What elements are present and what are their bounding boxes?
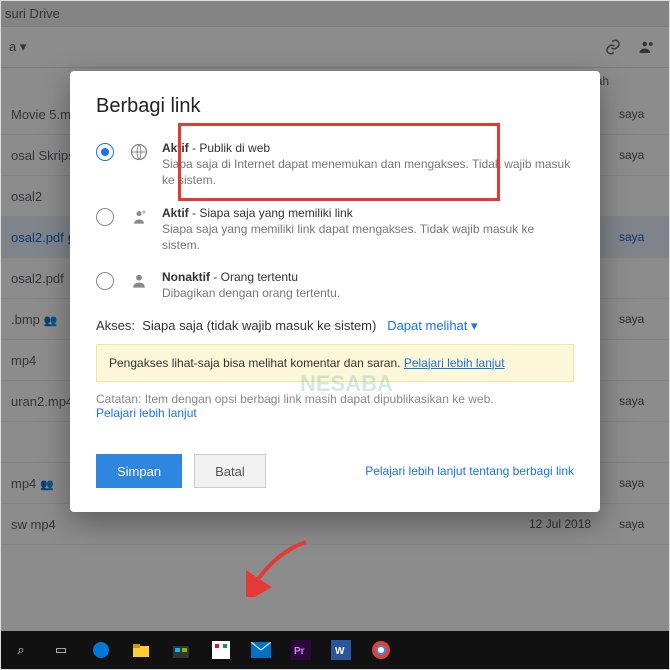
taskbar-taskview-icon[interactable]: ▭ <box>41 631 81 669</box>
radio-button[interactable] <box>96 143 114 161</box>
option-text: Nonaktif - Orang tertentuDibagikan denga… <box>162 269 574 301</box>
cancel-button[interactable]: Batal <box>194 454 266 488</box>
modal-overlay: Berbagi link Aktif - Publik di webSiapa … <box>1 1 669 669</box>
option-text: Aktif - Publik di webSiapa saja di Inter… <box>162 140 574 189</box>
access-permission-dropdown[interactable]: Dapat melihat ▾ <box>387 318 477 333</box>
taskbar-premiere-icon[interactable]: Pr <box>281 631 321 669</box>
link-person-icon <box>128 206 150 228</box>
taskbar-word-icon[interactable]: W <box>321 631 361 669</box>
dialog-title: Berbagi link <box>96 95 574 118</box>
save-button[interactable]: Simpan <box>96 454 182 488</box>
footer-learn-more-link[interactable]: Pelajari lebih lanjut tentang berbagi li… <box>365 464 574 478</box>
sharing-option[interactable]: Nonaktif - Orang tertentuDibagikan denga… <box>96 269 574 301</box>
taskbar-edge-icon[interactable] <box>81 631 121 669</box>
svg-text:Pr: Pr <box>294 646 305 657</box>
option-text: Aktif - Siapa saja yang memiliki linkSia… <box>162 205 574 254</box>
sharing-option[interactable]: Aktif - Publik di webSiapa saja di Inter… <box>96 140 574 189</box>
taskbar-mail-icon[interactable] <box>241 631 281 669</box>
annotation-arrow <box>246 537 316 597</box>
note-learn-more-link[interactable]: Pelajari lebih lanjut <box>96 406 197 420</box>
taskbar-cortana-icon[interactable]: ⌕ <box>1 631 41 669</box>
radio-button[interactable] <box>96 208 114 226</box>
taskbar: ⌕ ▭ Pr W <box>1 631 669 669</box>
notice-learn-more-link[interactable]: Pelajari lebih lanjut <box>404 356 505 370</box>
sharing-option[interactable]: Aktif - Siapa saja yang memiliki linkSia… <box>96 205 574 254</box>
globe-icon <box>128 141 150 163</box>
taskbar-store-icon[interactable] <box>161 631 201 669</box>
radio-button[interactable] <box>96 272 114 290</box>
person-icon <box>128 270 150 292</box>
svg-text:W: W <box>335 646 345 657</box>
taskbar-chrome-icon[interactable] <box>361 631 401 669</box>
publish-note: Catatan: Item dengan opsi berbagi link m… <box>96 392 574 420</box>
share-link-dialog: Berbagi link Aktif - Publik di webSiapa … <box>70 71 600 512</box>
taskbar-explorer-icon[interactable] <box>121 631 161 669</box>
taskbar-app-icon[interactable] <box>201 631 241 669</box>
access-row: Akses: Siapa saja (tidak wajib masuk ke … <box>96 318 574 334</box>
viewer-notice: Pengakses lihat-saja bisa melihat koment… <box>96 344 574 383</box>
